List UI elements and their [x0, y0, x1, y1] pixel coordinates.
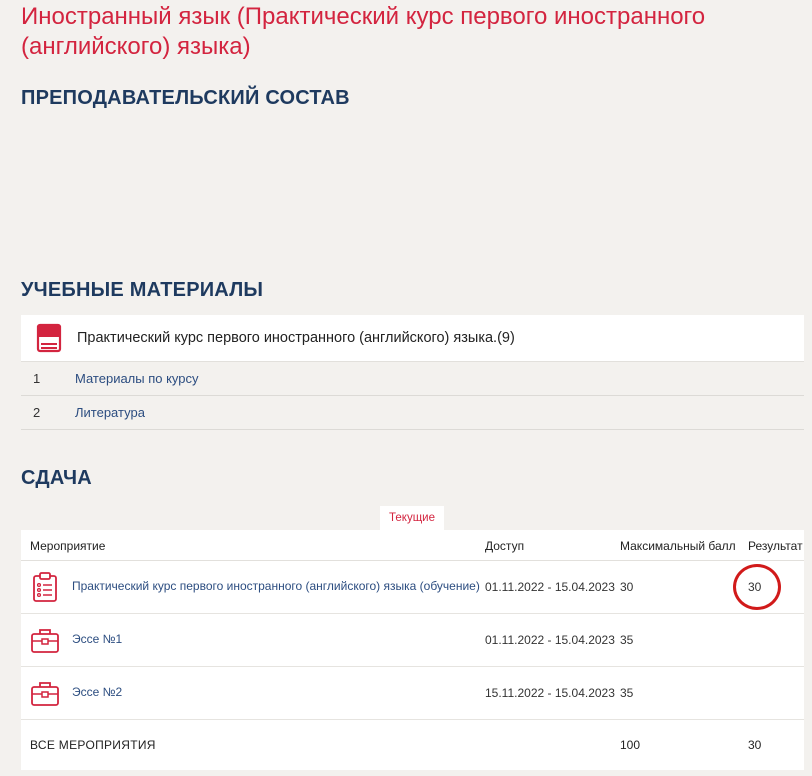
- material-item[interactable]: 2 Литература: [21, 396, 804, 430]
- table-row[interactable]: Эссе №2 15.11.2022 - 15.04.2023 35: [21, 667, 804, 720]
- material-number: 2: [33, 405, 41, 420]
- exams-heading: СДАЧА: [21, 467, 92, 489]
- event-max: 35: [620, 633, 634, 647]
- material-link[interactable]: Литература: [75, 405, 145, 420]
- event-max: 30: [620, 580, 634, 594]
- book-icon: [36, 323, 62, 353]
- briefcase-icon: [31, 629, 59, 653]
- col-max: Максимальный балл: [620, 539, 736, 553]
- total-label: ВСЕ МЕРОПРИЯТИЯ: [30, 738, 156, 752]
- event-link[interactable]: Практический курс первого иностранного (…: [72, 579, 480, 593]
- event-access: 15.11.2022 - 15.04.2023: [485, 686, 615, 700]
- table-total-row: ВСЕ МЕРОПРИЯТИЯ 100 30: [21, 720, 804, 770]
- table-row[interactable]: Практический курс первого иностранного (…: [21, 561, 804, 614]
- event-access: 01.11.2022 - 15.04.2023: [485, 633, 615, 647]
- col-event: Мероприятие: [30, 539, 106, 553]
- material-link[interactable]: Материалы по курсу: [75, 371, 199, 386]
- course-title: Иностранный язык (Практический курс перв…: [21, 3, 706, 60]
- materials-title[interactable]: Практический курс первого иностранного (…: [77, 330, 515, 346]
- event-result: 30: [748, 580, 762, 594]
- event-max: 35: [620, 686, 634, 700]
- total-result: 30: [748, 738, 762, 752]
- event-link[interactable]: Эссе №2: [72, 685, 122, 699]
- table-row[interactable]: Эссе №1 01.11.2022 - 15.04.2023 35: [21, 614, 804, 667]
- event-link[interactable]: Эссе №1: [72, 632, 122, 646]
- clipboard-list-icon: [33, 572, 57, 602]
- table-header: Мероприятие Доступ Максимальный балл Рез…: [21, 530, 804, 561]
- event-access: 01.11.2022 - 15.04.2023: [485, 580, 615, 594]
- material-item[interactable]: 1 Материалы по курсу: [21, 362, 804, 396]
- tab-current[interactable]: Текущие: [380, 506, 444, 530]
- briefcase-icon: [31, 682, 59, 706]
- staff-heading: ПРЕПОДАВАТЕЛЬСКИЙ СОСТАВ: [21, 87, 350, 109]
- col-result: Результат: [748, 539, 803, 553]
- total-max: 100: [620, 738, 641, 752]
- material-number: 1: [33, 371, 41, 386]
- exams-table: Мероприятие Доступ Максимальный балл Рез…: [21, 530, 804, 770]
- col-access: Доступ: [485, 539, 525, 553]
- materials-card[interactable]: Практический курс первого иностранного (…: [21, 315, 804, 362]
- materials-heading: УЧЕБНЫЕ МАТЕРИАЛЫ: [21, 279, 264, 301]
